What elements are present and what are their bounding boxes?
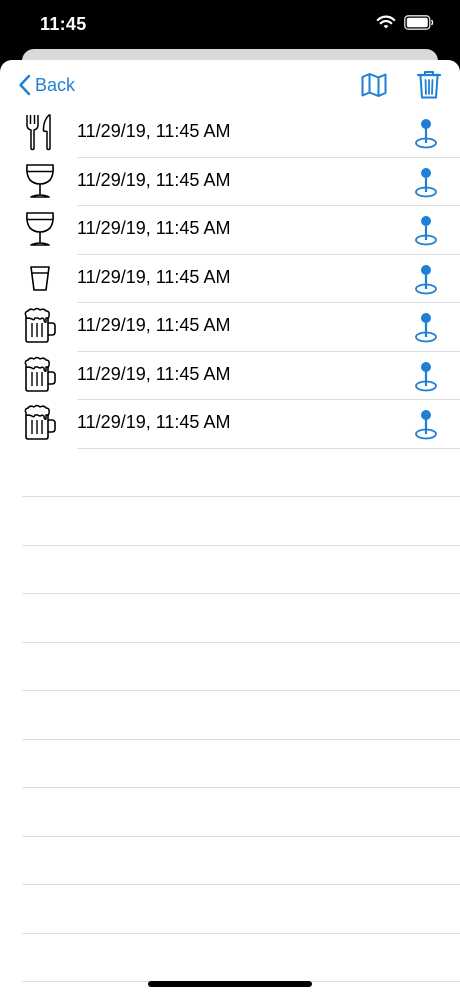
location-pin-icon[interactable] [410,213,442,247]
location-pin-icon[interactable] [410,310,442,344]
empty-row-separator [22,787,460,788]
entry-timestamp: 11/29/19, 11:45 AM [77,121,231,141]
row-separator [77,302,460,303]
battery-icon [404,14,434,30]
empty-row-separator [22,642,460,643]
entry-timestamp: 11/29/19, 11:45 AM [77,218,231,238]
status-time: 11:45 [40,14,87,34]
list-item[interactable]: 11/29/19, 11:45 AM [0,399,460,447]
empty-row-separator [22,933,460,934]
row-separator [77,157,460,158]
map-icon[interactable] [360,71,388,99]
home-indicator [148,981,312,987]
wine-glass-icon [20,209,60,249]
entry-timestamp: 11/29/19, 11:45 AM [77,315,231,335]
fork-knife-icon [20,112,60,152]
location-pin-icon[interactable] [410,262,442,296]
empty-row-separator [22,836,460,837]
empty-row-separator [22,739,460,740]
list-item[interactable]: 11/29/19, 11:45 AM [0,351,460,399]
beer-mug-icon [20,403,60,443]
list-item[interactable]: 11/29/19, 11:45 AM [0,254,460,302]
empty-row-separator [22,593,460,594]
wifi-icon [376,15,396,29]
entry-timestamp: 11/29/19, 11:45 AM [77,412,231,432]
location-pin-icon[interactable] [410,359,442,393]
location-pin-icon[interactable] [410,116,442,150]
entry-timestamp: 11/29/19, 11:45 AM [77,267,231,287]
empty-row-separator [22,545,460,546]
list-item[interactable]: 11/29/19, 11:45 AM [0,205,460,253]
row-separator [77,205,460,206]
list-item[interactable]: 11/29/19, 11:45 AM [0,302,460,350]
row-separator [77,399,460,400]
empty-row-separator [22,690,460,691]
navigation-bar: Back [0,60,460,110]
back-label: Back [35,74,76,95]
back-button[interactable]: Back [18,72,75,98]
empty-row-separator [22,496,460,497]
modal-sheet: Back 11/29/19, 11:45 AM 11/29/19, 11:45 … [0,60,460,996]
location-pin-icon[interactable] [410,165,442,199]
row-separator [77,254,460,255]
beer-mug-icon [20,306,60,346]
entry-timestamp: 11/29/19, 11:45 AM [77,364,231,384]
empty-row-separator [22,884,460,885]
shot-glass-icon [20,258,60,298]
status-bar: 11:45 [0,0,460,50]
list-item[interactable]: 11/29/19, 11:45 AM [0,108,460,156]
row-separator [77,351,460,352]
beer-mug-icon [20,355,60,395]
location-pin-icon[interactable] [410,407,442,441]
list-item[interactable]: 11/29/19, 11:45 AM [0,157,460,205]
trash-icon[interactable] [416,70,442,100]
chevron-left-icon [19,74,31,96]
wine-glass-icon [20,161,60,201]
status-icons [376,14,434,30]
entry-timestamp: 11/29/19, 11:45 AM [77,170,231,190]
row-separator [77,448,460,449]
